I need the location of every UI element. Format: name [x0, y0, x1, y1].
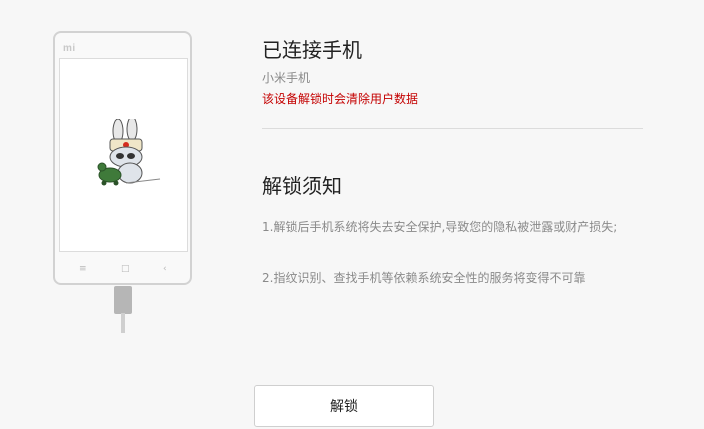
usb-cable: [121, 313, 125, 333]
home-icon: □: [121, 264, 130, 274]
menu-icon: ≡: [79, 264, 87, 274]
notice-item: 1.解锁后手机系统将失去安全保护,导致您的隐私被泄露或财产损失;: [262, 220, 618, 234]
phone-nav-bar: ≡ □ ‹: [55, 262, 190, 276]
notice-title: 解锁须知: [262, 174, 342, 198]
device-name: 小米手机: [262, 71, 311, 85]
usb-plug-icon: [114, 286, 132, 314]
unlock-button[interactable]: 解锁: [254, 385, 434, 427]
notice-item: 2.指纹识别、查找手机等依赖系统安全性的服务将变得不可靠: [262, 271, 586, 285]
mi-logo: mi: [63, 43, 76, 54]
divider: [262, 128, 643, 129]
back-icon: ‹: [163, 264, 167, 274]
mitu-bunny-icon: [97, 119, 161, 186]
phone-screen: [59, 58, 188, 252]
connection-title: 已连接手机: [262, 38, 362, 62]
data-wipe-warning: 该设备解锁时会清除用户数据: [262, 92, 419, 106]
phone-illustration: mi ≡ □ ‹: [53, 31, 192, 285]
